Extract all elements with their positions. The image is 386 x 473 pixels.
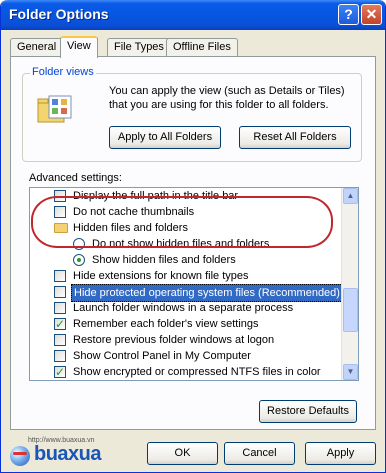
scroll-thumb[interactable] bbox=[343, 288, 358, 332]
checkbox[interactable] bbox=[54, 206, 66, 218]
checkbox[interactable] bbox=[54, 302, 66, 314]
close-button[interactable]: ✕ bbox=[361, 4, 382, 25]
scroll-up-icon[interactable]: ▲ bbox=[343, 188, 358, 204]
view-tab-panel: Folder views You can apply the view (suc… bbox=[10, 56, 376, 430]
folder-icon bbox=[54, 223, 68, 233]
tab-view[interactable]: View bbox=[60, 36, 98, 58]
globe-icon bbox=[10, 446, 30, 466]
checkbox[interactable] bbox=[54, 286, 66, 298]
folder-views-title: Folder views bbox=[30, 66, 96, 78]
scroll-down-icon[interactable]: ▼ bbox=[343, 364, 358, 380]
checkbox-checked[interactable] bbox=[54, 364, 66, 380]
radio-button[interactable] bbox=[73, 238, 85, 250]
tab-offline-files[interactable]: Offline Files bbox=[166, 38, 238, 57]
apply-button[interactable]: Apply bbox=[305, 442, 376, 465]
apply-to-all-folders-button[interactable]: Apply to All Folders bbox=[109, 126, 221, 149]
checkbox-checked[interactable] bbox=[54, 316, 66, 332]
checkbox[interactable] bbox=[54, 190, 66, 202]
folder-views-description: You can apply the view (such as Details … bbox=[109, 85, 345, 111]
help-button[interactable]: ? bbox=[338, 4, 359, 25]
folder-views-icon bbox=[37, 95, 72, 123]
title-bar[interactable]: Folder Options ? ✕ bbox=[1, 0, 385, 30]
reset-all-folders-button[interactable]: Reset All Folders bbox=[239, 126, 351, 149]
ok-button[interactable]: OK bbox=[147, 442, 218, 465]
vertical-scrollbar[interactable]: ▲ ▼ bbox=[341, 188, 358, 380]
watermark-logo: http://www.buaxua.vn buaxua bbox=[10, 437, 130, 471]
window-title: Folder Options bbox=[9, 6, 109, 22]
checkbox[interactable] bbox=[54, 270, 66, 282]
checkbox[interactable] bbox=[54, 350, 66, 362]
tab-general[interactable]: General bbox=[10, 38, 64, 57]
radio-button-selected[interactable] bbox=[73, 254, 85, 266]
restore-defaults-button[interactable]: Restore Defaults bbox=[259, 400, 357, 423]
folder-views-group: Folder views You can apply the view (suc… bbox=[22, 66, 362, 162]
folder-options-dialog: Folder Options ? ✕ General View File Typ… bbox=[0, 0, 386, 473]
checkbox[interactable] bbox=[54, 334, 66, 346]
tab-file-types[interactable]: File Types bbox=[107, 38, 171, 57]
watermark-brand: buaxua bbox=[34, 443, 102, 465]
advanced-settings-list[interactable]: Display the full path in the title bar D… bbox=[29, 187, 359, 381]
advanced-settings-label: Advanced settings: bbox=[29, 172, 122, 184]
cancel-button[interactable]: Cancel bbox=[224, 442, 295, 465]
